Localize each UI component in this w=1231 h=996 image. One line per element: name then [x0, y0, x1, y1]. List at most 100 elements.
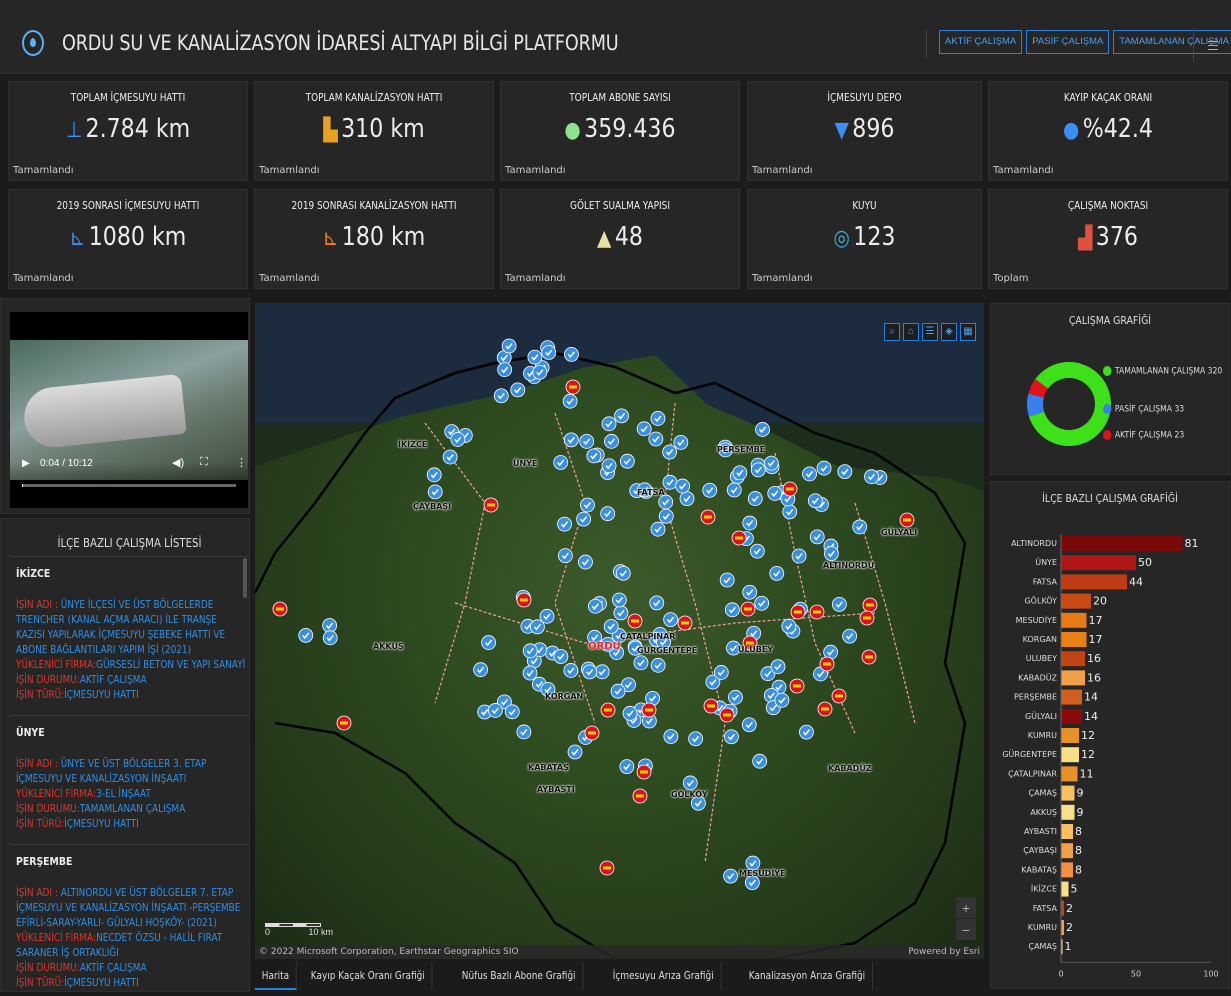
completed-work-marker[interactable]: [728, 689, 743, 705]
tab-water-fault-chart[interactable]: İçmesuyu Arıza Grafiği: [606, 962, 722, 990]
active-work-marker[interactable]: [336, 715, 352, 731]
completed-work-marker[interactable]: [557, 516, 572, 532]
completed-work-marker[interactable]: [658, 508, 674, 524]
completed-work-marker[interactable]: [864, 469, 879, 485]
completed-work-marker[interactable]: [580, 497, 595, 513]
bar[interactable]: [1061, 689, 1082, 705]
completed-work-marker[interactable]: [553, 455, 569, 470]
completed-work-marker[interactable]: [648, 431, 664, 447]
bar[interactable]: [1061, 612, 1087, 628]
completed-work-marker[interactable]: [791, 548, 807, 564]
list-scrollbar[interactable]: [243, 558, 247, 598]
completed-work-marker[interactable]: [567, 744, 583, 760]
active-work-marker[interactable]: [790, 604, 806, 620]
completed-work-marker[interactable]: [487, 703, 503, 718]
active-work-marker[interactable]: [859, 610, 875, 626]
completed-work-marker[interactable]: [426, 467, 442, 483]
tab-loss-rate-chart[interactable]: Kayıp Kaçak Oranı Grafiği: [304, 962, 433, 990]
zoom-in-button[interactable]: +: [956, 897, 976, 919]
active-work-marker[interactable]: [632, 788, 648, 804]
completed-work-marker[interactable]: [763, 455, 779, 471]
completed-work-marker[interactable]: [427, 484, 443, 500]
active-work-marker[interactable]: [782, 481, 798, 497]
completed-work-marker[interactable]: [576, 511, 592, 527]
bar[interactable]: [1061, 728, 1079, 743]
completed-work-marker[interactable]: [749, 543, 765, 559]
completed-work-marker[interactable]: [754, 595, 770, 611]
completed-work-marker[interactable]: [622, 705, 638, 721]
completed-work-marker[interactable]: [582, 664, 598, 680]
completed-work-marker[interactable]: [831, 596, 847, 612]
completed-work-marker[interactable]: [557, 548, 573, 563]
fullscreen-icon[interactable]: ⛶: [200, 456, 208, 469]
completed-work-marker[interactable]: [732, 465, 748, 481]
bar[interactable]: [1061, 555, 1136, 571]
completed-work-marker[interactable]: [532, 364, 548, 380]
powered-by-link[interactable]: Powered by Esri: [908, 947, 980, 957]
completed-work-marker[interactable]: [799, 724, 814, 740]
completed-work-marker[interactable]: [563, 432, 579, 448]
completed-work-marker[interactable]: [578, 554, 593, 570]
active-work-marker[interactable]: [862, 597, 878, 613]
active-work-marker[interactable]: [899, 512, 915, 528]
completed-work-marker[interactable]: [650, 657, 666, 673]
completed-work-marker[interactable]: [747, 491, 763, 506]
volume-icon[interactable]: ◀): [172, 456, 184, 469]
completed-work-marker[interactable]: [663, 612, 679, 627]
completed-work-marker[interactable]: [504, 704, 520, 720]
active-work-marker[interactable]: [789, 678, 805, 694]
completed-work-marker[interactable]: [767, 486, 783, 501]
completed-work-marker[interactable]: [563, 663, 579, 678]
grid-icon[interactable]: ▦: [960, 323, 976, 341]
active-work-marker[interactable]: [831, 688, 847, 704]
bar[interactable]: [1061, 766, 1078, 782]
completed-work-marker[interactable]: [473, 662, 489, 678]
completed-work-marker[interactable]: [770, 659, 786, 675]
completed-work-marker[interactable]: [726, 482, 742, 498]
completed-work-marker[interactable]: [650, 411, 666, 426]
completed-work-marker[interactable]: [516, 724, 532, 740]
completed-work-marker[interactable]: [807, 493, 823, 509]
video-progress-bar[interactable]: [22, 484, 236, 487]
tab-map[interactable]: Harita: [255, 962, 297, 990]
completed-work-marker[interactable]: [769, 565, 785, 581]
active-work-marker[interactable]: [677, 615, 693, 631]
list-icon[interactable]: ☰: [922, 323, 938, 341]
completed-work-marker[interactable]: [322, 630, 338, 646]
completed-work-marker[interactable]: [562, 393, 578, 409]
play-icon[interactable]: ▶: [22, 458, 30, 469]
completed-work-marker[interactable]: [579, 434, 595, 449]
active-work-marker[interactable]: [641, 702, 657, 718]
bar[interactable]: [1061, 708, 1082, 724]
completed-work-marker[interactable]: [852, 519, 868, 535]
completed-work-marker[interactable]: [501, 338, 517, 354]
completed-work-marker[interactable]: [586, 448, 602, 464]
completed-work-marker[interactable]: [755, 422, 770, 437]
bar[interactable]: [1061, 593, 1091, 609]
completed-work-marker[interactable]: [522, 665, 538, 681]
list-item[interactable]: İKİZCE İŞİN ADI : ÜNYE İLÇESİ VE ÜST BÖLG…: [10, 556, 249, 709]
completed-work-marker[interactable]: [600, 506, 616, 522]
active-work-marker[interactable]: [819, 656, 835, 672]
list-item[interactable]: PERŞEMBE İŞİN ADI : ALTINORDU VE ÜST BÖLG…: [10, 844, 249, 988]
active-work-marker[interactable]: [599, 860, 615, 876]
completed-work-marker[interactable]: [553, 649, 569, 664]
completed-work-marker[interactable]: [614, 408, 629, 424]
bar[interactable]: [1061, 824, 1073, 839]
active-work-marker[interactable]: [516, 592, 532, 608]
completed-work-marker[interactable]: [823, 546, 839, 562]
active-work-marker[interactable]: [700, 509, 716, 525]
completed-work-marker[interactable]: [742, 584, 758, 600]
active-work-marker[interactable]: [565, 379, 581, 395]
completed-work-marker[interactable]: [481, 635, 497, 650]
bar[interactable]: [1061, 632, 1087, 647]
completed-work-marker[interactable]: [750, 462, 766, 478]
active-work-marker[interactable]: [740, 601, 756, 617]
completed-work-marker[interactable]: [497, 362, 513, 378]
search-icon[interactable]: ⌕: [884, 323, 900, 341]
tab-subscriber-chart[interactable]: Nüfus Bazlı Abone Grafiği: [455, 962, 584, 990]
completed-work-marker[interactable]: [564, 346, 579, 362]
completed-work-marker[interactable]: [663, 729, 679, 744]
bar[interactable]: [1061, 862, 1073, 878]
active-work-marker[interactable]: [584, 725, 600, 741]
